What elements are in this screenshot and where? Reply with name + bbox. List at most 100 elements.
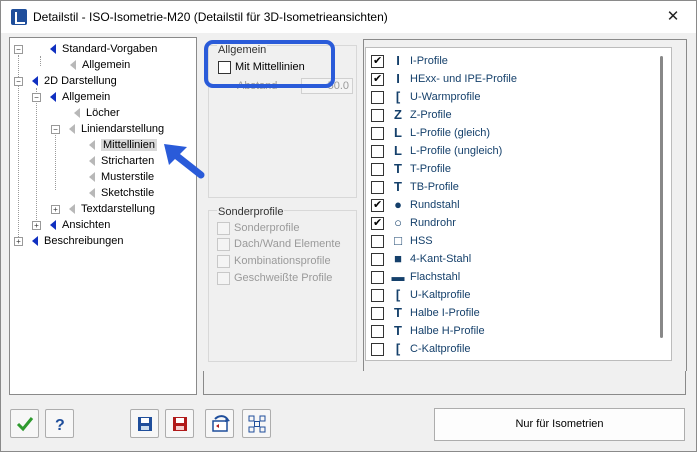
- profile-row[interactable]: I I-Profile: [366, 52, 651, 70]
- tree-item-allgemein-standard[interactable]: Allgemein: [14, 57, 130, 73]
- tree-item-textdarstellung[interactable]: + Textdarstellung: [51, 201, 155, 217]
- profile-row[interactable]: Zuschnitte: [366, 358, 651, 361]
- node-icon: [70, 60, 76, 71]
- profile-row[interactable]: L L-Profile (ungleich): [366, 142, 651, 160]
- save-button[interactable]: [130, 409, 159, 438]
- profile-checkbox[interactable]: [371, 54, 384, 68]
- round-tube-icon: ○: [394, 215, 402, 230]
- kombinationsprofile-checkbox[interactable]: [217, 255, 230, 268]
- tree-item-stricharten[interactable]: Stricharten: [51, 153, 154, 169]
- save-as-icon: [173, 417, 187, 431]
- bottom-panel: [203, 371, 686, 395]
- profile-checkbox[interactable]: [371, 325, 384, 338]
- tree-item-standard-vorgaben[interactable]: − Standard-Vorgaben: [14, 41, 157, 57]
- tb-profile-icon: T: [394, 179, 402, 194]
- profile-checkbox[interactable]: [371, 253, 384, 266]
- l-profile-icon: L: [394, 143, 402, 158]
- tree-item-musterstile[interactable]: Musterstile: [51, 169, 154, 185]
- profile-checkbox[interactable]: [371, 91, 384, 104]
- profile-checkbox[interactable]: [371, 343, 384, 356]
- tree-item-ansichten[interactable]: + Ansichten: [32, 217, 110, 233]
- node-icon: [50, 44, 56, 55]
- node-icon: [89, 172, 95, 183]
- tree-item-sketchstile[interactable]: Sketchstile: [51, 185, 154, 201]
- profile-label: Halbe I-Profile: [410, 307, 480, 319]
- profile-checkbox[interactable]: [371, 216, 384, 230]
- z-profile-icon: Z: [394, 107, 402, 122]
- tree-item-mittellinien[interactable]: Mittellinien: [51, 137, 157, 153]
- ok-button[interactable]: [10, 409, 39, 438]
- settings-tree[interactable]: − Standard-Vorgaben Allgemein − 2D Darst…: [9, 37, 197, 395]
- profile-row[interactable]: [C-Kaltprofile: [366, 340, 651, 358]
- cut-icon: [391, 360, 405, 361]
- tree-item-2d-darstellung[interactable]: − 2D Darstellung: [14, 73, 117, 89]
- save-as-button[interactable]: [165, 409, 194, 438]
- profile-checkbox[interactable]: [371, 109, 384, 122]
- node-icon: [89, 156, 95, 167]
- profile-label: L-Profile (gleich): [410, 127, 491, 139]
- profile-row[interactable]: L L-Profile (gleich): [366, 124, 651, 142]
- sonderprofile-label: Sonderprofile: [234, 222, 300, 234]
- profile-label: Rundstahl: [410, 199, 460, 211]
- title-bar: Detailstil - ISO-Isometrie-M20 (Detailst…: [1, 1, 696, 33]
- profile-checkbox[interactable]: [371, 181, 384, 194]
- square-bar-icon: ■: [394, 251, 402, 266]
- profile-row[interactable]: T TB-Profile: [366, 178, 651, 196]
- dach-wand-label: Dach/Wand Elemente: [234, 238, 341, 250]
- checkmark-icon: [16, 417, 34, 432]
- profile-row[interactable]: □ HSS: [366, 232, 651, 250]
- tree-item-beschreibungen[interactable]: + Beschreibungen: [14, 233, 124, 249]
- nur-fuer-isometrien-button[interactable]: Nur für Isometrien: [434, 408, 685, 441]
- profile-label: Halbe H-Profile: [410, 325, 485, 337]
- node-icon: [74, 108, 80, 119]
- tree-item-allgemein-2d[interactable]: − Allgemein: [32, 89, 110, 105]
- profile-checkbox[interactable]: [371, 145, 384, 158]
- profile-row[interactable]: [U-Warmprofile: [366, 88, 651, 106]
- profile-checkbox[interactable]: [371, 198, 384, 212]
- transfer-button[interactable]: [205, 409, 234, 438]
- tree-item-loecher[interactable]: Löcher: [32, 105, 120, 121]
- sonderprofile-checkbox[interactable]: [217, 222, 230, 235]
- profile-row[interactable]: Z Z-Profile: [366, 106, 651, 124]
- structure-icon: [248, 415, 266, 433]
- profile-checkbox[interactable]: [371, 307, 384, 320]
- profile-row[interactable]: ■ 4-Kant-Stahl: [366, 250, 651, 268]
- geschweisste-checkbox[interactable]: [217, 272, 230, 285]
- profile-row[interactable]: T T-Profile: [366, 160, 651, 178]
- profile-checkbox[interactable]: [371, 271, 384, 284]
- hss-icon: □: [394, 233, 402, 248]
- profile-checkbox[interactable]: [371, 163, 384, 176]
- dach-wand-checkbox[interactable]: [217, 238, 230, 251]
- help-button[interactable]: ?: [45, 409, 74, 438]
- profile-checkbox[interactable]: [371, 289, 384, 302]
- profile-label: TB-Profile: [410, 181, 459, 193]
- l-profile-icon: L: [394, 125, 402, 140]
- structure-button[interactable]: [242, 409, 271, 438]
- sonderprofile-group: Sonderprofile Sonderprofile Dach/Wand El…: [208, 206, 357, 362]
- pointer-arrow-icon: [164, 144, 205, 179]
- svg-text:?: ?: [55, 417, 65, 433]
- list-scrollbar[interactable]: [660, 56, 663, 338]
- profile-row[interactable]: T Halbe I-Profile: [366, 304, 651, 322]
- geschweisste-label: Geschweißte Profile: [234, 272, 333, 284]
- tree-item-liniendarstellung[interactable]: − Liniendarstellung: [51, 121, 164, 137]
- transfer-icon: [212, 415, 230, 432]
- close-button[interactable]: ✕: [650, 1, 696, 32]
- profile-label: Z-Profile: [410, 109, 452, 121]
- profile-row[interactable]: ▬ Flachstahl: [366, 268, 651, 286]
- profile-row[interactable]: T Halbe H-Profile: [366, 322, 651, 340]
- profile-checkbox[interactable]: [371, 127, 384, 140]
- highlight-box: [204, 40, 335, 88]
- profile-row[interactable]: I HExx- und IPE-Profile: [366, 70, 651, 88]
- profile-row[interactable]: [U-Kaltprofile: [366, 286, 651, 304]
- node-icon: [50, 92, 56, 103]
- profile-checkbox[interactable]: [371, 72, 384, 86]
- profile-list[interactable]: I I-Profile I HExx- und IPE-Profile [U-Warmp…: [365, 47, 672, 361]
- node-icon: [69, 204, 75, 215]
- profile-label: U-Warmprofile: [410, 91, 481, 103]
- profile-label: I-Profile: [410, 55, 448, 67]
- flat-bar-icon: ▬: [391, 269, 405, 284]
- profile-checkbox[interactable]: [371, 235, 384, 248]
- profile-row[interactable]: ● Rundstahl: [366, 196, 651, 214]
- profile-row[interactable]: ○ Rundrohr: [366, 214, 651, 232]
